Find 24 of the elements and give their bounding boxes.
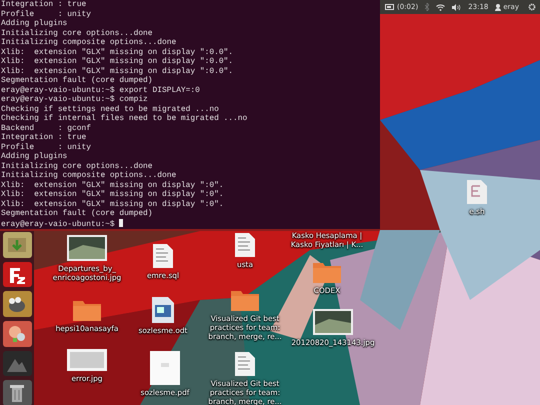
document-icon xyxy=(152,297,174,323)
gimp-icon[interactable] xyxy=(2,291,32,318)
pdf-thumbnail-icon xyxy=(150,351,180,385)
photo-thumbnail-icon xyxy=(313,309,353,335)
text-file-icon xyxy=(153,244,173,268)
files-icon[interactable] xyxy=(2,232,32,258)
script-file-icon xyxy=(467,180,487,204)
trash-icon[interactable] xyxy=(2,380,32,405)
photo-thumbnail-icon xyxy=(67,235,107,261)
balloon-icon[interactable] xyxy=(2,321,32,347)
text-cursor xyxy=(119,218,124,226)
bluetooth-icon[interactable] xyxy=(425,3,430,11)
filezilla-icon[interactable] xyxy=(2,262,32,288)
wifi-icon[interactable] xyxy=(436,4,446,10)
battery-icon[interactable] xyxy=(385,4,395,10)
user-icon[interactable] xyxy=(495,4,502,10)
text-file-icon xyxy=(235,352,255,376)
folder-icon xyxy=(73,299,101,321)
folder-icon xyxy=(313,261,341,283)
image-thumbnail-icon xyxy=(67,349,107,371)
text-file-icon xyxy=(235,233,255,257)
volume-icon[interactable] xyxy=(452,4,462,10)
folder-icon xyxy=(231,289,259,311)
settings-icon[interactable] xyxy=(528,3,536,11)
